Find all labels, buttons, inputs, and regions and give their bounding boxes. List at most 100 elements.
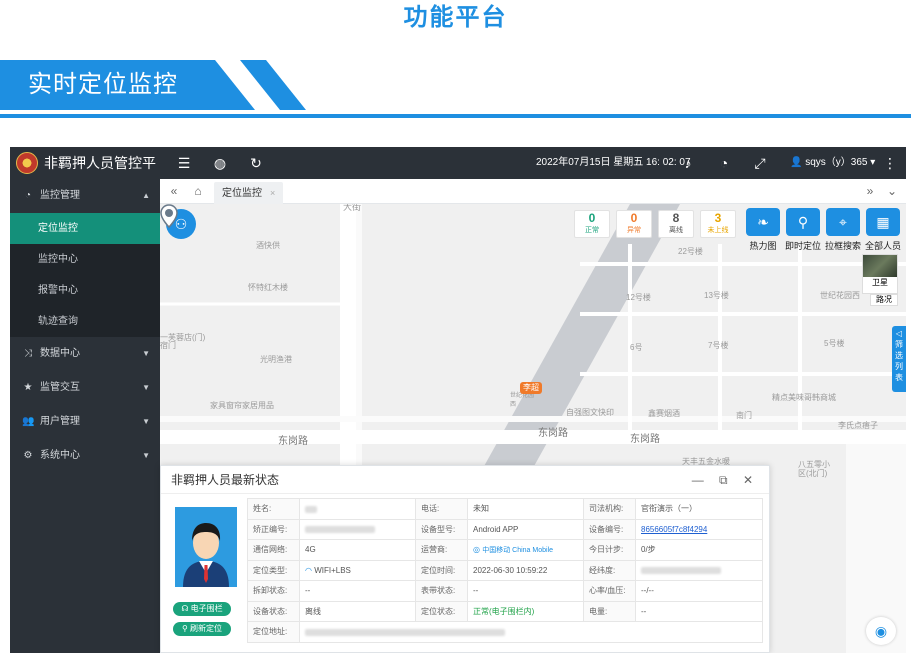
- map-label: 李氏点痦子: [838, 421, 878, 430]
- map-label: 怀特红木楼: [248, 283, 288, 292]
- chevron-down-icon[interactable]: ⌄: [882, 179, 902, 204]
- tab-location-monitor[interactable]: 定位监控 ×: [214, 182, 284, 204]
- tab-label: 定位监控: [222, 188, 262, 199]
- stat-value: 0: [588, 211, 596, 225]
- field-value: Android APP: [467, 518, 584, 540]
- field-label: 定位时间:: [415, 559, 468, 581]
- sidebar: ◔ 监控管理 ▲ 定位监控 监控中心 报警中心 轨迹查询 ⤨ 数据中心 ▼ ★ …: [10, 179, 160, 653]
- sidebar-item-data-center[interactable]: ⤨ 数据中心 ▼: [10, 337, 160, 371]
- name-value: [299, 498, 416, 520]
- field-value: --: [299, 580, 416, 602]
- stat-not-online[interactable]: 3 未上线: [700, 210, 736, 238]
- shuffle-icon: ⤨: [24, 348, 32, 359]
- filter-label: 筛选列表: [895, 340, 903, 382]
- correction-id-value: [299, 518, 416, 540]
- person-marker-icon[interactable]: [160, 204, 178, 228]
- field-value: 2022-06-30 10:59:22: [467, 559, 584, 581]
- bell-icon[interactable]: ♪: [678, 147, 698, 179]
- datetime: 2022年07月15日 星期五 16: 02: 07: [536, 157, 691, 168]
- refresh-location-button[interactable]: ⚲ 刷新定位: [173, 622, 231, 636]
- status-panel: 非羁押人员最新状态 — ⧉ ✕ ☊ 电子围栏 ⚲ 刷新定位 姓名: 电话: 未知…: [160, 465, 770, 653]
- map-label: 精点美味哥韩商城: [772, 393, 836, 402]
- stat-abnormal[interactable]: 0 异常: [616, 210, 652, 238]
- map-label: 光明渔港: [260, 355, 292, 364]
- heatmap-tool[interactable]: ❧ 热力图: [746, 208, 780, 252]
- logo[interactable]: 非羁押人员管控平: [10, 147, 160, 179]
- location-type-value: ◠ WIFI+LBS: [299, 559, 416, 581]
- sidebar-item-label: 监管交互: [40, 382, 80, 393]
- fullscreen-icon[interactable]: ⤢: [750, 147, 770, 179]
- satellite-label: 卫星: [872, 278, 888, 287]
- stat-value: 0: [630, 211, 638, 225]
- sidebar-item-supervision[interactable]: ★ 监管交互 ▼: [10, 371, 160, 405]
- sidebar-item-system[interactable]: ⚙ 系统中心 ▼: [10, 439, 160, 473]
- globe-icon[interactable]: ◍: [210, 147, 230, 179]
- traffic-toggle[interactable]: 路况: [870, 294, 898, 306]
- map-label: 6号: [630, 343, 643, 352]
- section-title: 实时定位监控: [28, 71, 178, 98]
- field-value: --/--: [635, 580, 763, 602]
- table-row: 矫正编号: 设备型号: Android APP 设备编号: 8656605f7c…: [247, 518, 763, 540]
- field-value: 正常(电子围栏内): [467, 600, 584, 622]
- panel-title: 非羁押人员最新状态: [171, 473, 280, 487]
- more-icon[interactable]: ⋮: [880, 147, 900, 179]
- close-icon[interactable]: ×: [270, 188, 275, 198]
- field-label: 定位地址:: [247, 621, 300, 643]
- all-people-tool[interactable]: ▦ 全部人员: [865, 208, 901, 252]
- box-search-tool[interactable]: ⌖ 拉框搜索: [825, 208, 861, 252]
- device-id-link[interactable]: 8656605f7c8f4294: [635, 518, 763, 540]
- home-icon[interactable]: ⌂: [188, 179, 208, 204]
- sidebar-item-label: 数据中心: [40, 348, 80, 359]
- field-label: 电量:: [583, 600, 636, 622]
- filter-list-tab[interactable]: ◁ 筛选列表: [892, 326, 906, 392]
- field-value: --: [467, 580, 584, 602]
- user-menu[interactable]: 👤 sqys（y）365 ▾: [790, 147, 875, 179]
- stat-offline[interactable]: 8 离线: [658, 210, 694, 238]
- stat-normal[interactable]: 0 正常: [574, 210, 610, 238]
- sidebar-subitem-monitor-center[interactable]: 监控中心: [10, 244, 160, 275]
- map-label: 酒快供: [256, 241, 280, 250]
- field-label: 设备型号:: [415, 518, 468, 540]
- table-row: 拆卸状态: -- 表带状态: -- 心率/血压: --/--: [247, 580, 763, 602]
- sidebar-subitem-track-query[interactable]: 轨迹查询: [10, 306, 160, 337]
- field-label: 定位状态:: [415, 600, 468, 622]
- sidebar-item-users[interactable]: 👥 用户管理 ▼: [10, 405, 160, 439]
- sidebar-item-monitoring[interactable]: ◔ 监控管理 ▲: [10, 179, 160, 213]
- road-label: 东岗路: [538, 428, 568, 439]
- grid-icon: ▦: [866, 208, 900, 236]
- heatmap-icon: ❧: [746, 208, 780, 236]
- gauge-icon: ◔: [24, 190, 32, 201]
- sidebar-subitem-location-monitor[interactable]: 定位监控: [10, 213, 160, 244]
- eye-icon[interactable]: ◉: [866, 617, 896, 645]
- sidebar-subitem-alarm-center[interactable]: 报警中心: [10, 275, 160, 306]
- stat-label: 正常: [585, 227, 599, 234]
- coordinates-value: [635, 559, 763, 581]
- tool-label: 全部人员: [864, 241, 901, 251]
- map-label: 家具窗帘家居用品: [210, 401, 274, 410]
- table-row: 设备状态: 离线 定位状态: 正常(电子围栏内) 电量: --: [247, 600, 763, 622]
- field-label: 姓名:: [247, 498, 300, 520]
- field-label: 定位类型:: [247, 559, 300, 581]
- electronic-fence-button[interactable]: ☊ 电子围栏: [173, 602, 231, 616]
- dashboard-icon[interactable]: ◔: [714, 147, 734, 179]
- stat-label: 未上线: [707, 227, 729, 234]
- stat-label: 异常: [627, 227, 641, 234]
- satellite-thumbnail: [863, 255, 897, 277]
- map-label: 鑫赛烟酒: [648, 409, 680, 418]
- field-value: 官衔演示（一）: [635, 498, 763, 520]
- person-marker-label[interactable]: 李超: [520, 382, 542, 394]
- field-label: 电话:: [415, 498, 468, 520]
- locate-now-tool[interactable]: ⚲ 即时定位: [785, 208, 821, 252]
- panel-window-controls[interactable]: — ⧉ ✕: [692, 466, 759, 494]
- refresh-icon[interactable]: ↻: [246, 147, 266, 179]
- carrier-text: 中国移动 China Mobile: [482, 546, 554, 554]
- device-id-text[interactable]: 8656605f7c8f4294: [641, 525, 707, 534]
- table-row: 定位地址:: [247, 621, 763, 643]
- chevron-down-icon: ▼: [142, 417, 150, 426]
- tabs-scroll-right-icon[interactable]: »: [860, 179, 880, 204]
- menu-toggle-icon[interactable]: ☰: [174, 147, 194, 179]
- tabs-scroll-left-icon[interactable]: «: [164, 179, 184, 204]
- map-label: 世纪花园西: [820, 291, 860, 300]
- satellite-toggle[interactable]: 卫星: [862, 254, 898, 294]
- page-title: 功能平台: [403, 4, 508, 31]
